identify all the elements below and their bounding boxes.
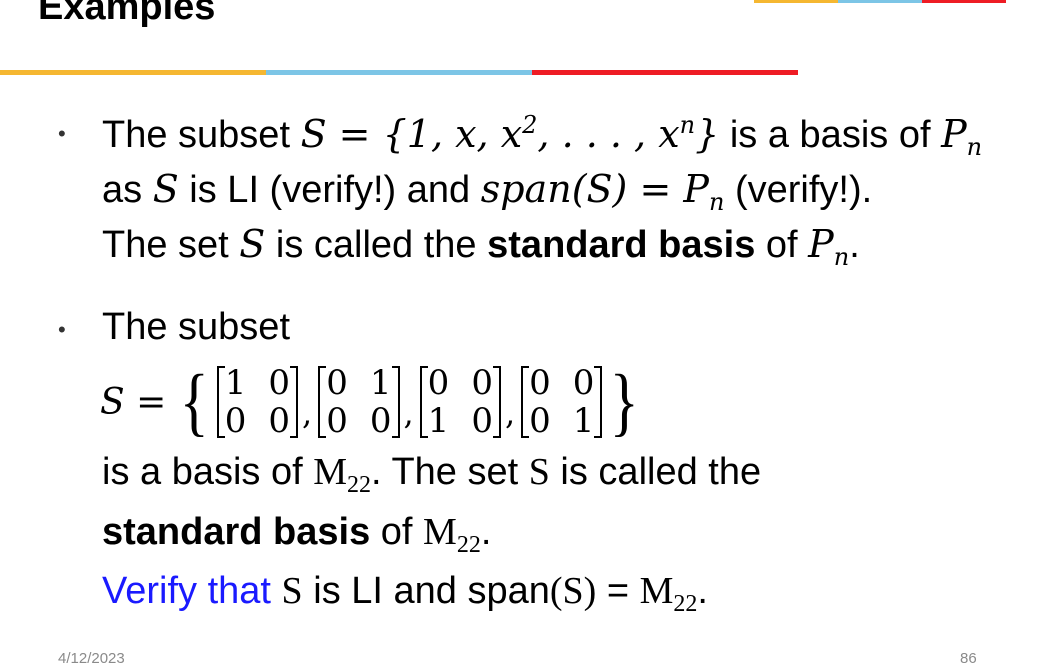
left-brace: { [179,360,210,444]
bullet1-line1: The subset S = {1, x, x2, . . . , xn} is… [102,112,982,159]
matrix-entry: 1 [224,363,247,403]
footer-page-number: 86 [960,650,977,667]
accent-bar-red [922,0,1006,3]
matrix-entry: 0 [471,401,493,441]
subscript: n [708,188,725,216]
top-accent-bars [754,0,1006,3]
text: is LI (verify!) and [178,169,481,211]
matrix-entry: 0 [268,401,291,441]
bullet-marker-2: • [58,317,66,342]
matrix-2: 01 00 [318,363,400,441]
text: of [370,511,424,553]
math-S: S [152,167,179,211]
bullet1-line2: as S is LI (verify!) and span(S) = Pn (v… [102,167,873,214]
math: } [695,112,720,156]
math-P: P [941,112,967,156]
superscript: n [679,111,696,139]
text: as [102,169,153,211]
math: , . . . , x [537,112,680,156]
math-M: M [639,570,674,612]
matrix-entry: 0 [427,363,450,403]
text: is called the [549,451,762,493]
slide-title: Examples [38,0,216,28]
matrix-entry: 0 [471,363,493,403]
subscript: 22 [456,532,481,558]
matrix-entry: 0 [529,401,551,441]
math-S: S [239,222,266,266]
bold-term: standard basis [487,224,756,266]
set-expression: S = {1, x, x2, . . . , xn} [301,112,720,156]
title-rule [0,70,798,75]
text: of [755,224,809,266]
footer-date: 4/12/2023 [58,650,125,667]
rule-segment-blue [266,70,532,75]
rule-segment-yellow [0,70,266,75]
matrix-entry: 0 [529,363,551,403]
set-lhs: S = [100,381,167,423]
matrix-entry: 0 [268,363,291,403]
math-M: M [423,511,457,553]
matrix-4: 00 01 [521,363,603,441]
text: . [697,570,708,612]
comma: , [403,394,414,432]
matrix-entry: 0 [369,401,392,441]
text: is called the [265,224,488,266]
bullet1-line3: The set S is called the standard basis o… [102,222,860,269]
right-brace: } [610,360,640,444]
matrix-1: 10 00 [216,363,299,441]
text: is a basis of [102,451,314,493]
bullet-marker-1: • [58,121,66,146]
subscript: n [966,133,983,161]
math-S: S [528,451,550,493]
text: (verify!). [724,169,873,211]
matrix-entry: 0 [572,363,595,403]
bullet2-line5: Verify that S is LI and span(S) = M22. [102,569,708,616]
verify-phrase: Verify that [102,570,282,612]
math-S: (S) [549,570,597,612]
superscript: 2 [522,111,538,139]
text: is LI and span [302,570,550,612]
text: is a basis of [719,114,942,156]
accent-bar-blue [838,0,922,3]
math-span: span(S) = P [480,167,709,211]
text: . The set [371,451,529,493]
subscript: 22 [347,472,372,498]
matrix-entry: 1 [369,363,392,403]
bullet2-line3: is a basis of M22. The set S is called t… [102,450,762,497]
math-S: S [281,570,303,612]
subscript: 22 [673,591,698,617]
bullet2-line1: The subset [102,306,290,348]
matrix-entry: 1 [427,401,450,441]
subscript: n [833,243,850,271]
matrix-3: 00 10 [419,363,502,441]
bold-term: standard basis [102,511,371,553]
bullet2-line4: standard basis of M22. [102,510,492,557]
math: S = {1, x, x [300,112,523,156]
accent-bar-yellow [754,0,838,3]
text: . [849,224,860,266]
text: . [480,511,492,553]
rule-segment-red [532,70,798,75]
matrix-entry: 0 [224,401,247,441]
matrix-entry: 1 [572,401,595,441]
text: The subset [102,114,301,156]
comma: , [302,394,313,432]
math-P: P [808,222,834,266]
math-M: M [313,451,348,493]
comma: , [504,394,516,432]
matrix-entry: 0 [326,401,348,441]
text: The set [102,224,240,266]
text: = [596,570,640,612]
matrix-entry: 0 [326,363,348,403]
matrix-set: S = { 10 00 , 01 00 , 00 10 , 00 01 } [100,360,645,444]
